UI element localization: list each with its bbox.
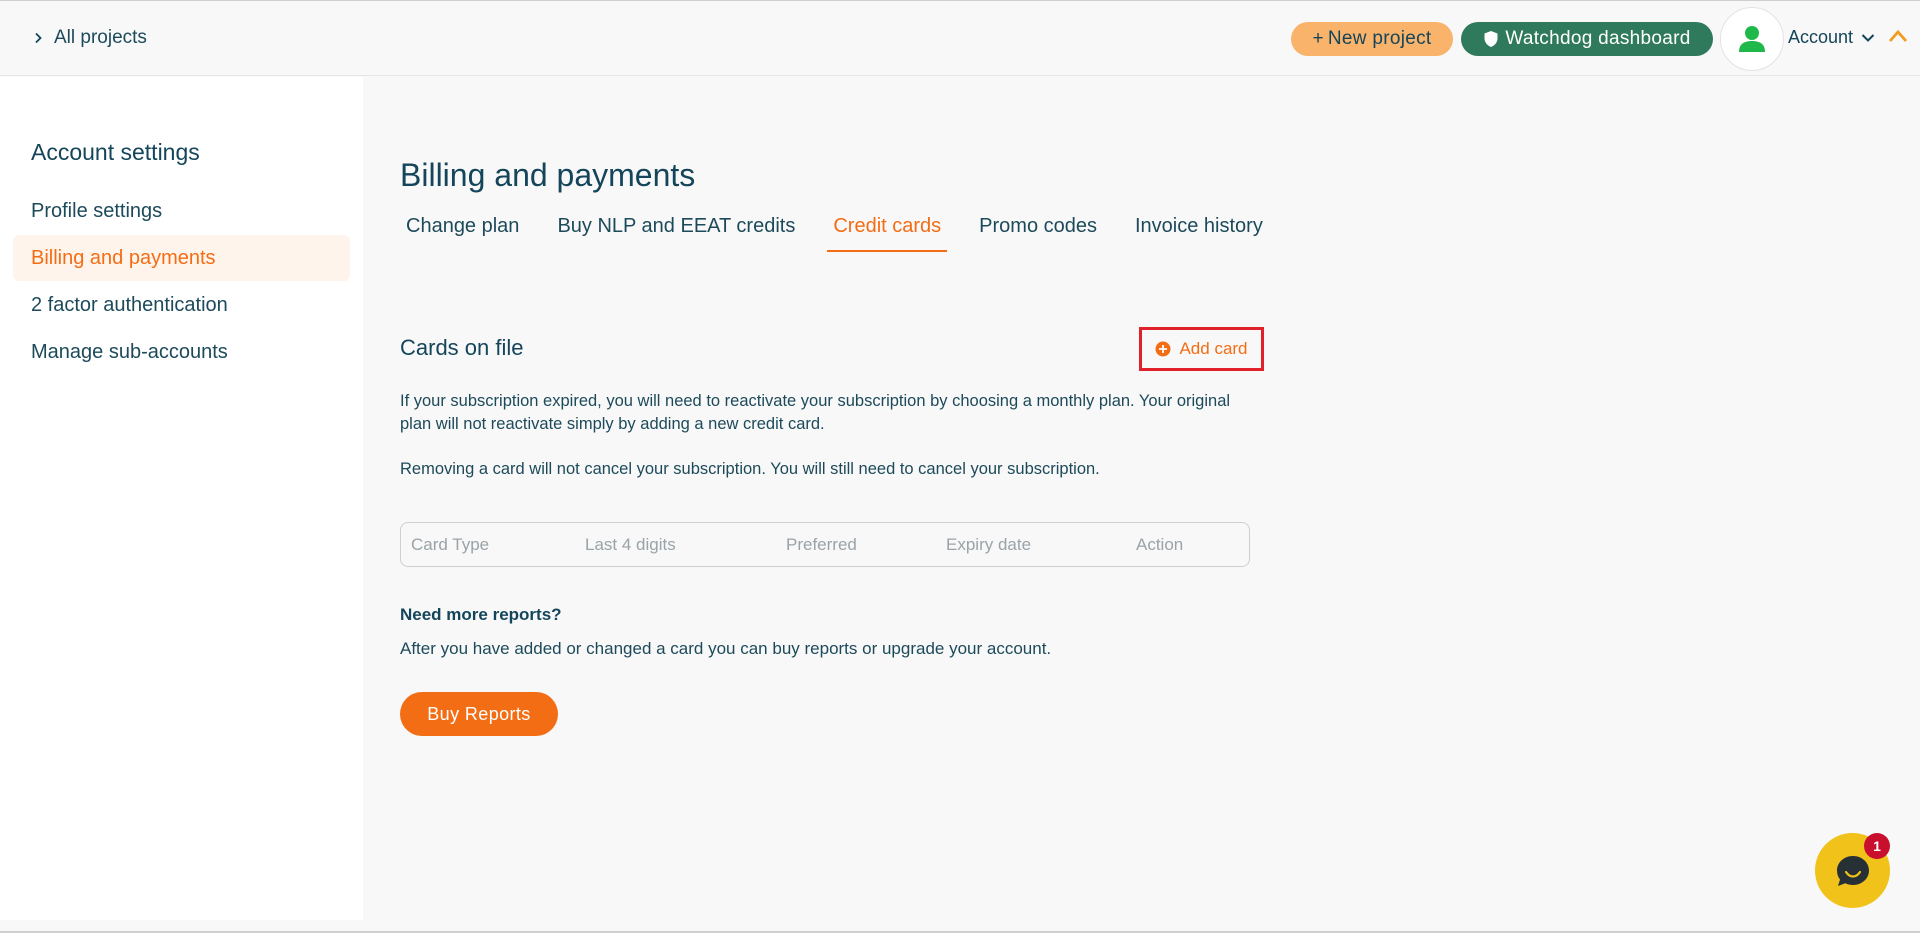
table-header-action: Action [1136, 535, 1184, 554]
table-header-expiry-date: Expiry date [946, 535, 1032, 554]
need-more-reports-title: Need more reports? [400, 605, 562, 624]
need-more-reports-text: After you have added or changed a card y… [400, 639, 1052, 658]
tab-promo-codes[interactable]: Promo codes [973, 215, 1103, 252]
table-header-preferred: Preferred [786, 535, 857, 554]
top-bar: All projects + New project Watchdog dash… [0, 0, 1920, 76]
sidebar-item-billing-and-payments[interactable]: Billing and payments [13, 235, 350, 281]
account-label: Account [1788, 27, 1854, 47]
account-menu[interactable]: Account [1788, 27, 1875, 48]
watchdog-dashboard-button[interactable]: Watchdog dashboard [1461, 22, 1713, 56]
breadcrumb-all-projects[interactable]: All projects [32, 27, 147, 49]
collapse-toggle[interactable] [1888, 29, 1908, 48]
chat-notification-badge: 1 [1864, 833, 1890, 859]
sidebar-item-profile-settings[interactable]: Profile settings [13, 188, 350, 234]
chevron-up-icon [1888, 29, 1908, 42]
billing-tabs: Change plan Buy NLP and EEAT credits Cre… [400, 215, 1295, 252]
chevron-right-icon [35, 32, 42, 44]
cards-on-file-title: Cards on file [400, 335, 524, 360]
user-icon [1739, 26, 1765, 52]
watchdog-label: Watchdog dashboard [1505, 28, 1691, 49]
tab-credit-cards[interactable]: Credit cards [827, 215, 948, 252]
breadcrumb-label: All projects [54, 27, 147, 48]
sidebar: Account settings Profile settings Billin… [0, 77, 363, 920]
plus-circle-icon [1155, 341, 1171, 357]
chat-bubble-icon [1836, 855, 1869, 886]
plus-icon: + [1312, 28, 1324, 49]
tab-invoice-history[interactable]: Invoice history [1129, 215, 1269, 252]
chevron-down-icon [1861, 33, 1875, 42]
sidebar-item-2fa[interactable]: 2 factor authentication [13, 282, 350, 328]
table-header-last-4-digits: Last 4 digits [585, 535, 676, 554]
tab-change-plan[interactable]: Change plan [400, 215, 525, 252]
page-title: Billing and payments [400, 157, 696, 193]
sidebar-item-manage-sub-accounts[interactable]: Manage sub-accounts [13, 329, 350, 375]
new-project-button[interactable]: + New project [1291, 22, 1453, 56]
table-header-card-type: Card Type [411, 535, 490, 554]
buy-reports-button[interactable]: Buy Reports [400, 692, 558, 736]
remove-card-info: Removing a card will not cancel your sub… [400, 460, 1100, 478]
subscription-info: If your subscription expired, you will n… [400, 392, 1231, 433]
avatar[interactable] [1720, 7, 1784, 71]
tab-buy-credits[interactable]: Buy NLP and EEAT credits [551, 215, 801, 252]
add-card-button[interactable]: Add card [1139, 327, 1264, 371]
sidebar-title: Account settings [31, 139, 200, 165]
add-card-label: Add card [1179, 339, 1248, 358]
new-project-label: New project [1327, 28, 1432, 49]
shield-icon [1484, 31, 1498, 47]
cards-table: Card Type Last 4 digits Preferred Expiry… [400, 522, 1250, 567]
